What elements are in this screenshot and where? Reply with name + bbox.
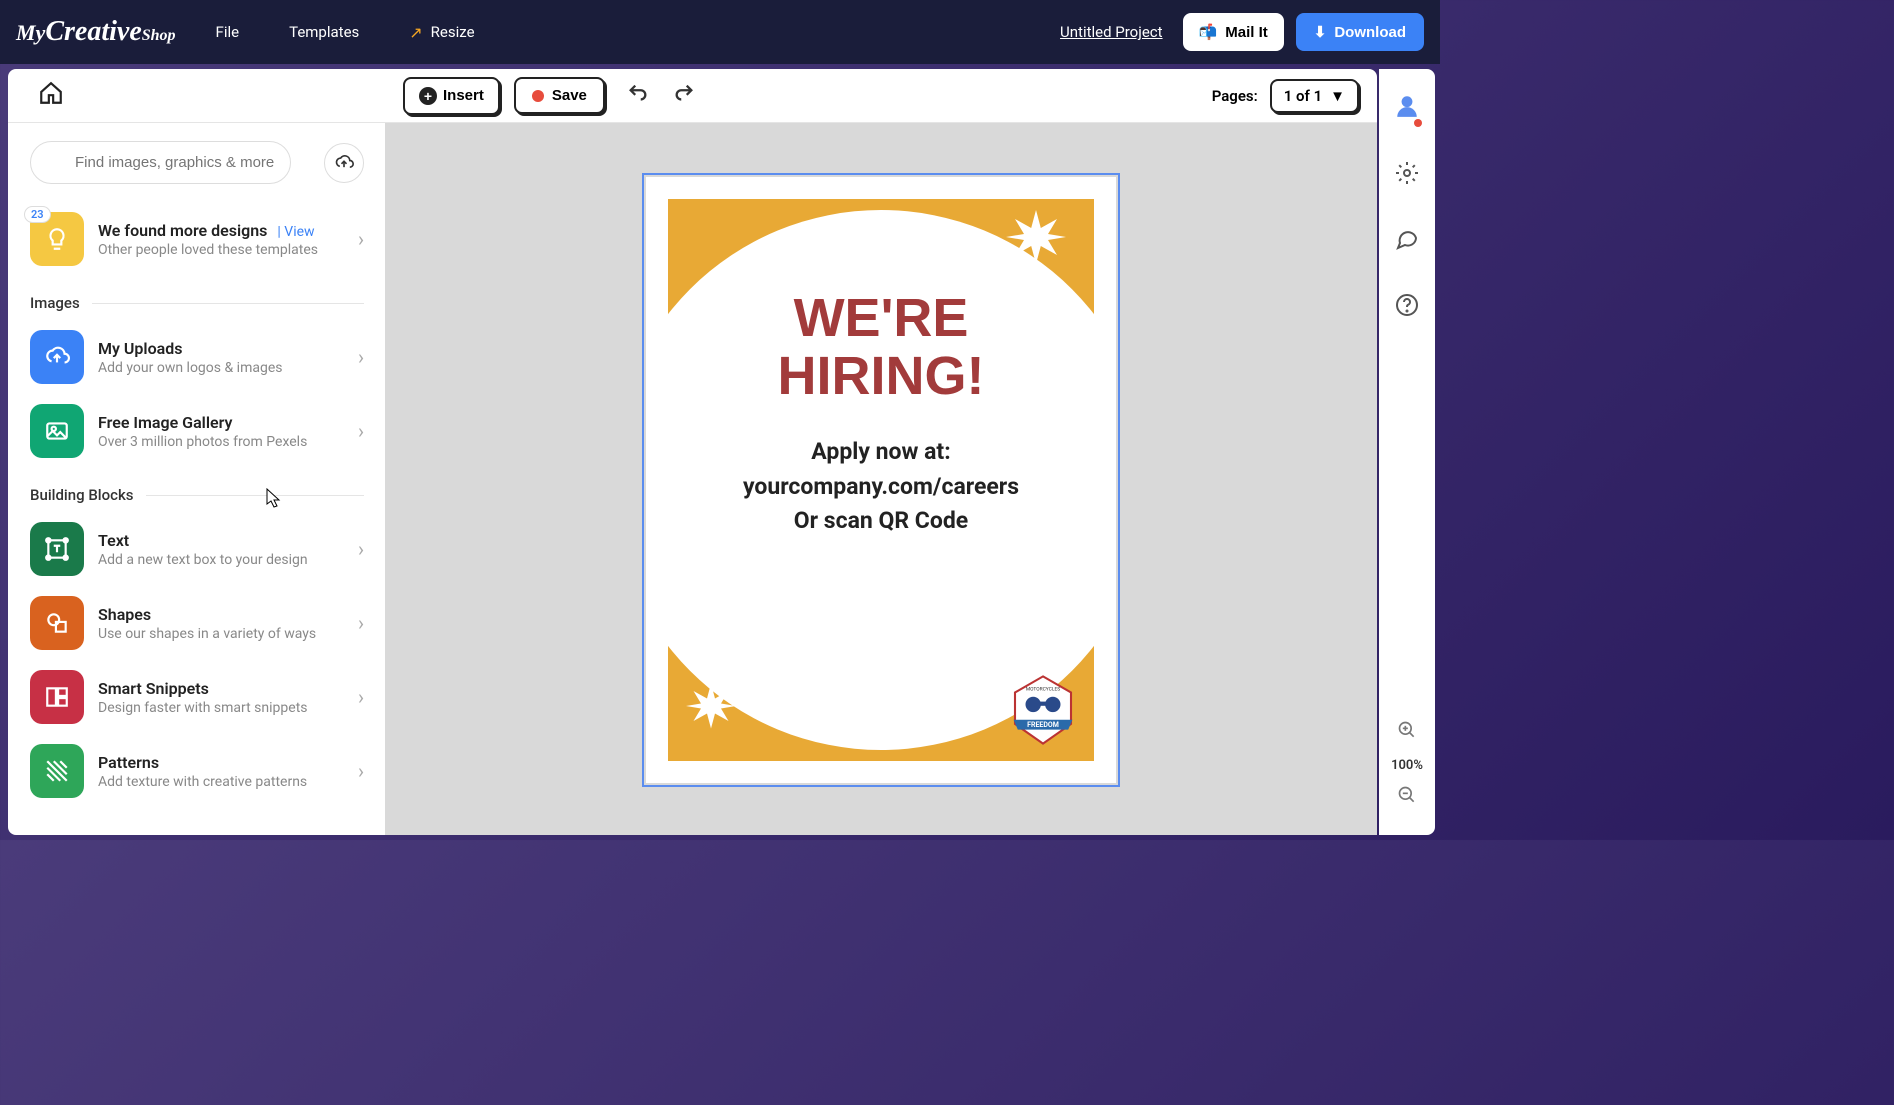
brand-logo: MyCreativeShop: [16, 16, 176, 48]
sidebar-item-uploads[interactable]: My Uploads Add your own logos & images ›: [30, 320, 364, 394]
mail-it-button[interactable]: 📬 Mail It: [1183, 13, 1284, 51]
starburst-icon: [1006, 207, 1066, 267]
chevron-right-icon: ›: [358, 537, 364, 561]
help-icon[interactable]: [1395, 293, 1419, 323]
mail-label: Mail It: [1225, 24, 1268, 41]
card-sub: Use our shapes in a variety of ways: [98, 626, 358, 642]
plus-icon: +: [419, 87, 437, 105]
sidebar-item-gallery[interactable]: Free Image Gallery Over 3 million photos…: [30, 394, 364, 468]
insert-button[interactable]: + Insert: [403, 77, 500, 115]
svg-text:MOTORCYCLES: MOTORCYCLES: [1026, 686, 1060, 692]
chevron-right-icon: ›: [358, 611, 364, 635]
sidebar-item-text[interactable]: Text Add a new text box to your design ›: [30, 512, 364, 586]
card-title: My Uploads: [98, 339, 358, 358]
right-rail: 100%: [1379, 69, 1435, 835]
upload-button[interactable]: [324, 143, 364, 183]
chevron-right-icon: ›: [358, 227, 364, 251]
card-title: Text: [98, 531, 358, 550]
canvas-toolbar: + Insert Save Pages: 1 of 1 ▼: [385, 69, 1377, 123]
logo-badge[interactable]: MOTORCYCLES FREEDOM: [1008, 675, 1078, 745]
svg-text:FREEDOM: FREEDOM: [1027, 721, 1059, 729]
mail-icon: 📬: [1199, 23, 1218, 41]
sidebar-item-patterns[interactable]: Patterns Add texture with creative patte…: [30, 734, 364, 808]
zoom-in-button[interactable]: [1397, 720, 1417, 746]
chat-icon[interactable]: [1395, 227, 1419, 257]
redo-button[interactable]: [673, 82, 695, 109]
pages-label: Pages:: [1212, 87, 1258, 105]
resize-icon: ↗: [409, 23, 422, 42]
design-page[interactable]: WE'RE HIRING! Apply now at: yourcompany.…: [646, 177, 1116, 783]
sidebar-item-designs[interactable]: 23 We found more designs | View Other pe…: [30, 202, 364, 276]
search-row: [8, 123, 386, 202]
canvas-scroll[interactable]: WE'RE HIRING! Apply now at: yourcompany.…: [385, 123, 1377, 835]
home-icon[interactable]: [38, 80, 64, 112]
chevron-right-icon: ›: [358, 685, 364, 709]
canvas-area: + Insert Save Pages: 1 of 1 ▼: [385, 69, 1377, 835]
starburst-icon: [686, 681, 736, 731]
chevron-right-icon: ›: [358, 345, 364, 369]
pages-dropdown[interactable]: 1 of 1 ▼: [1270, 79, 1359, 113]
section-blocks: Building Blocks: [30, 486, 364, 504]
menu-resize[interactable]: ↗ Resize: [409, 23, 474, 42]
card-sub: Add your own logos & images: [98, 360, 358, 376]
sidebar-item-snippets[interactable]: Smart Snippets Design faster with smart …: [30, 660, 364, 734]
header-bar: MyCreativeShop File Templates ↗ Resize U…: [0, 0, 1440, 64]
download-button[interactable]: ⬇ Download: [1296, 13, 1424, 51]
page-selection[interactable]: WE'RE HIRING! Apply now at: yourcompany.…: [642, 173, 1120, 787]
download-icon: ⬇: [1314, 23, 1327, 41]
card-title: Smart Snippets: [98, 679, 358, 698]
avatar-icon[interactable]: [1394, 93, 1420, 125]
card-title: We found more designs | View: [98, 221, 358, 240]
chevron-right-icon: ›: [358, 419, 364, 443]
designs-badge: 23: [24, 206, 51, 223]
zoom-level: 100%: [1391, 758, 1423, 773]
chevron-right-icon: ›: [358, 759, 364, 783]
card-sub: Design faster with smart snippets: [98, 700, 358, 716]
card-sub: Over 3 million photos from Pexels: [98, 434, 358, 450]
save-button[interactable]: Save: [514, 77, 605, 114]
card-sub: Add a new text box to your design: [98, 552, 358, 568]
menu-resize-label: Resize: [431, 23, 475, 41]
unsaved-dot-icon: [532, 90, 544, 102]
card-title: Shapes: [98, 605, 358, 624]
chevron-down-icon: ▼: [1330, 87, 1345, 105]
view-link[interactable]: | View: [277, 224, 314, 240]
headline-text[interactable]: WE'RE HIRING!: [668, 289, 1094, 406]
card-sub: Add texture with creative patterns: [98, 774, 358, 790]
sidebar: 23 We found more designs | View Other pe…: [8, 69, 386, 835]
zoom-out-button[interactable]: [1397, 785, 1417, 811]
card-sub: Other people loved these templates: [98, 242, 358, 258]
menu-file[interactable]: File: [216, 23, 240, 41]
card-title: Patterns: [98, 753, 358, 772]
settings-icon[interactable]: [1395, 161, 1419, 191]
project-name[interactable]: Untitled Project: [1060, 23, 1163, 41]
section-images: Images: [30, 294, 364, 312]
body-text[interactable]: Apply now at: yourcompany.com/careers Or…: [668, 435, 1094, 539]
sidebar-item-shapes[interactable]: Shapes Use our shapes in a variety of wa…: [30, 586, 364, 660]
download-label: Download: [1334, 24, 1406, 41]
search-input[interactable]: [30, 141, 291, 184]
undo-button[interactable]: [627, 82, 649, 109]
card-title: Free Image Gallery: [98, 413, 358, 432]
home-row: [8, 69, 386, 123]
menu-templates[interactable]: Templates: [289, 23, 359, 41]
